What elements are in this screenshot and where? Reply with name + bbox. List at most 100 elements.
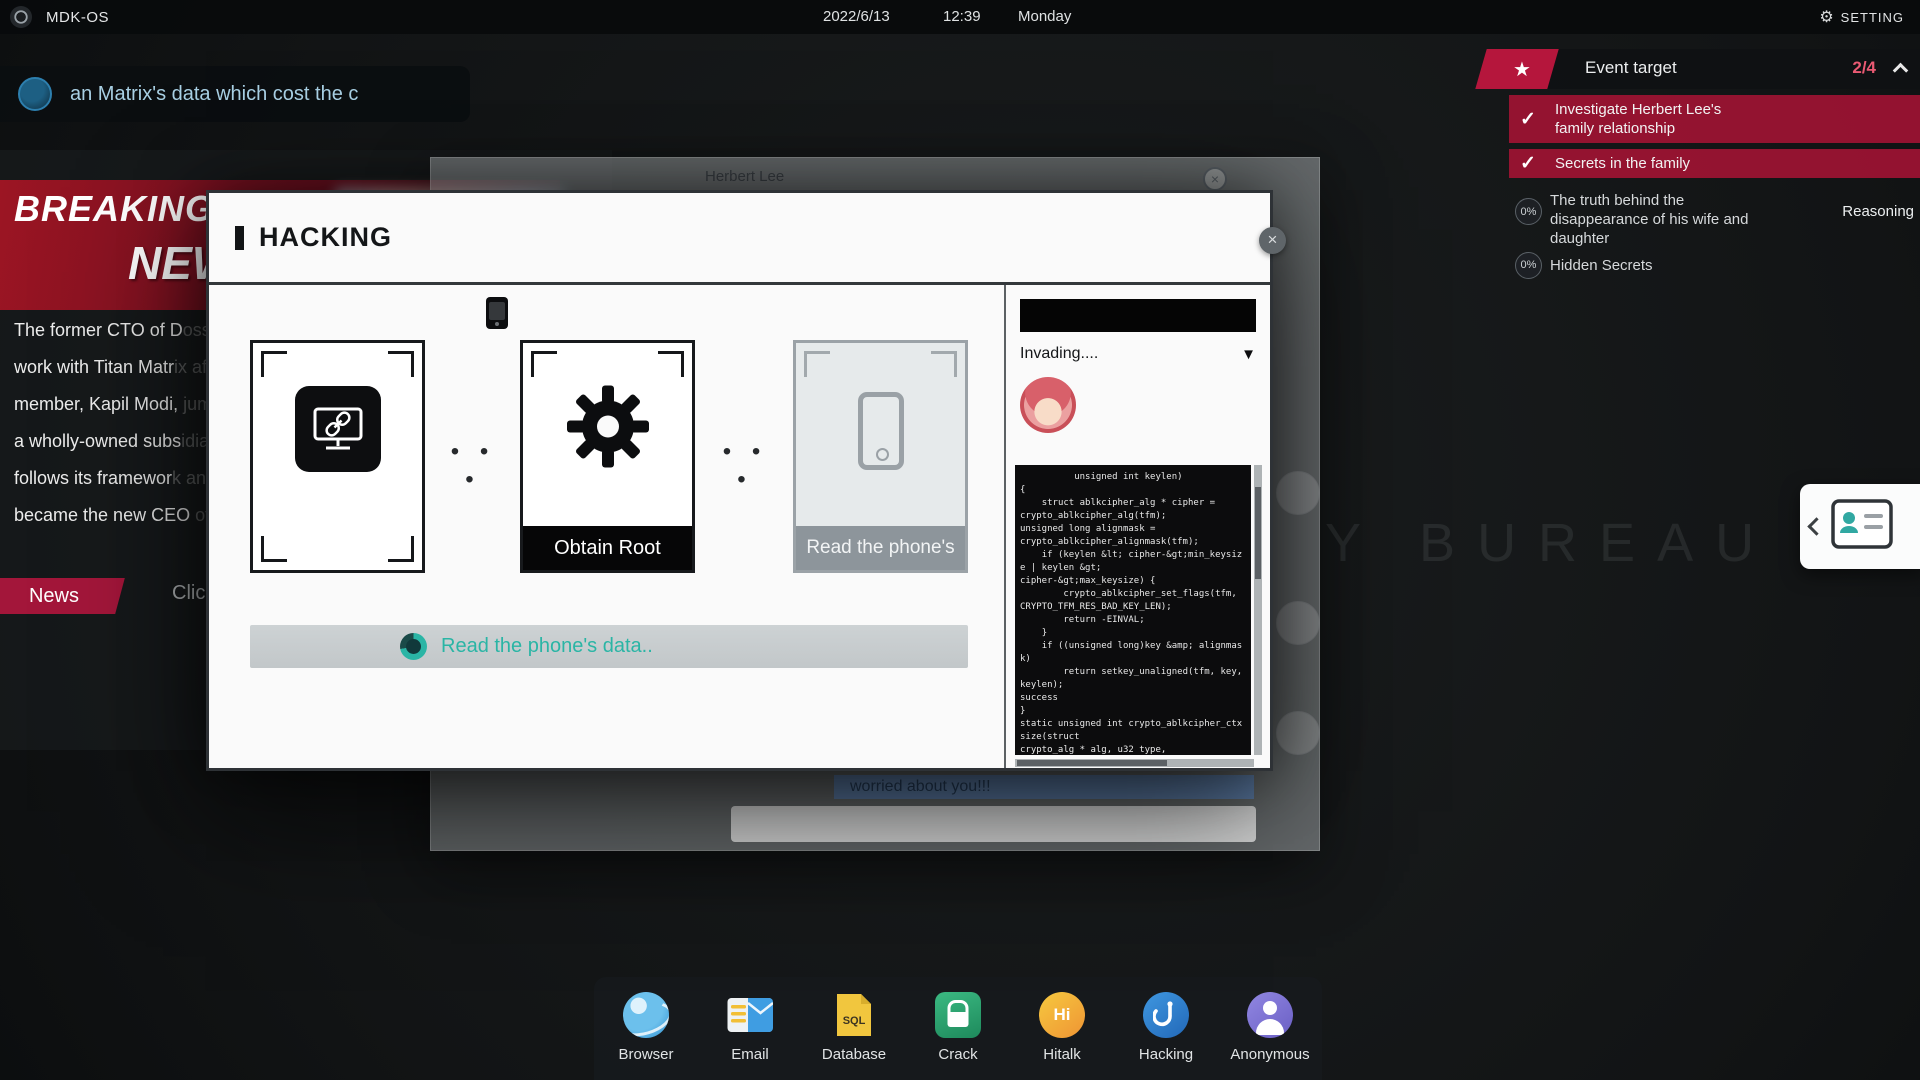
code-line: success <box>1020 692 1246 705</box>
code-line: cipher-&gt;max_keysize) { <box>1020 575 1246 588</box>
dropdown-arrow-icon[interactable]: ▼ <box>1241 346 1256 363</box>
dock-item-label: Crack <box>938 1046 977 1063</box>
event-counter: 2/4 <box>1852 58 1876 78</box>
code-line: return -EINVAL; <box>1020 614 1246 627</box>
scrollbar-thumb[interactable] <box>1255 487 1261 579</box>
code-line: static unsigned int crypto_ablkcipher_ct… <box>1020 718 1246 744</box>
gear-icon <box>562 381 654 478</box>
step-card-read-phone: Read the phone's <box>793 340 968 573</box>
event-item[interactable]: 0% The truth behind the disappearance of… <box>1509 186 1920 248</box>
event-target-title: Event target <box>1585 58 1677 78</box>
dock-item-hacking[interactable]: Hacking <box>1118 990 1214 1063</box>
code-line: unsigned long alignmask = <box>1020 523 1246 536</box>
step-card-connect[interactable] <box>250 340 425 573</box>
event-item-text: The truth behind the <box>1550 191 1748 210</box>
gear-icon: ⚙ <box>1819 7 1833 27</box>
event-item-text: disappearance of his wife and <box>1550 210 1748 229</box>
dock-item-hitalk[interactable]: Hi Hitalk <box>1014 990 1110 1063</box>
title-bar-glyph <box>235 226 244 250</box>
id-card-icon <box>1831 499 1893 554</box>
event-item-text: Hidden Secrets <box>1550 256 1653 275</box>
terminal-output: unsigned int keylen) { struct ablkcipher… <box>1015 465 1251 755</box>
topbar: MDK-OS 2022/6/13 12:39 Monday ⚙ SETTING <box>0 0 1920 34</box>
step-label: Read the phone's <box>796 526 965 570</box>
smartphone-icon <box>858 388 904 470</box>
event-item-text: Secrets in the family <box>1555 154 1690 173</box>
dock-item-email[interactable]: Email <box>702 990 798 1063</box>
selected-message[interactable]: worried about you!!! <box>834 775 1254 799</box>
step-card-obtain-root[interactable]: Obtain Root <box>520 340 695 573</box>
settings-button[interactable]: ⚙ SETTING <box>1819 0 1904 34</box>
dock-item-label: Browser <box>618 1046 673 1063</box>
news-tab[interactable]: News <box>0 578 125 614</box>
avatar <box>1276 471 1320 515</box>
code-line: unsigned int keylen) <box>1020 471 1246 484</box>
chat-title: Herbert Lee <box>705 168 784 185</box>
dock-item-label: Database <box>822 1046 886 1063</box>
bureau-watermark: Y BUREAU <box>1325 512 1776 574</box>
event-target-header: ★ Event target 2/4 <box>1489 49 1920 89</box>
scrollbar-thumb[interactable] <box>1017 760 1167 766</box>
system-day: Monday <box>1018 0 1071 34</box>
step-label: Obtain Root <box>523 526 692 570</box>
invading-label: Invading.... <box>1020 345 1098 363</box>
dock-item-label: Hitalk <box>1043 1046 1081 1063</box>
chevron-up-icon[interactable] <box>1893 63 1909 79</box>
horizontal-scrollbar[interactable] <box>1015 759 1254 767</box>
progress-text: Read the phone's data.. <box>441 635 653 658</box>
reasoning-label: Reasoning <box>1842 203 1914 220</box>
notification-banner[interactable]: an Matrix's data which cost the c <box>0 66 470 122</box>
vertical-scrollbar[interactable] <box>1254 465 1262 755</box>
code-line: crypto_ablkcipher_set_flags(tfm, <box>1020 588 1246 601</box>
check-icon: ✓ <box>1509 108 1547 131</box>
hacking-close-button[interactable]: × <box>1259 227 1286 254</box>
dock-item-database[interactable]: SQL Database <box>806 990 902 1063</box>
code-line: } <box>1020 627 1246 640</box>
phone-icon <box>486 297 508 329</box>
chevron-left-icon <box>1807 517 1825 535</box>
code-line: { <box>1020 484 1246 497</box>
dock-item-label: Hacking <box>1139 1046 1193 1063</box>
notification-text: an Matrix's data which cost the c <box>70 83 358 106</box>
link-monitor-icon <box>295 386 381 472</box>
chat-close-button[interactable]: × <box>1203 167 1227 191</box>
system-date: 2022/6/13 <box>823 0 890 34</box>
event-item[interactable]: ✓ Investigate Herbert Lee's family relat… <box>1509 95 1920 143</box>
breaking-text: BREAKING <box>14 188 214 230</box>
hitalk-icon: Hi <box>1039 992 1085 1038</box>
contacts-button[interactable] <box>1800 484 1920 569</box>
event-item[interactable]: ✓ Secrets in the family <box>1509 149 1920 178</box>
crack-lock-icon <box>935 992 981 1038</box>
star-icon: ★ <box>1513 57 1531 82</box>
email-icon <box>727 990 773 1040</box>
event-item-text: family relationship <box>1555 119 1721 138</box>
svg-text:SQL: SQL <box>843 1015 866 1027</box>
dock-item-anonymous[interactable]: Anonymous <box>1222 990 1318 1063</box>
os-logo-icon <box>10 6 32 28</box>
dock-item-label: Anonymous <box>1230 1046 1309 1063</box>
avatar <box>1276 711 1320 755</box>
os-name: MDK-OS <box>46 9 109 26</box>
dock-item-browser[interactable]: Browser <box>598 990 694 1063</box>
notification-icon <box>18 77 52 111</box>
chat-input[interactable] <box>731 806 1256 842</box>
check-icon: ✓ <box>1509 152 1547 175</box>
code-line: CRYPTO_TFM_RES_BAD_KEY_LEN); <box>1020 601 1246 614</box>
dock: Browser Email <box>594 977 1322 1080</box>
code-line: struct ablkcipher_alg * cipher = <box>1020 497 1246 510</box>
progress-badge: 0% <box>1515 198 1542 225</box>
desktop: BREAKING NEWS The former CTO of Doss, Da… <box>0 0 1920 1080</box>
event-item-text: Investigate Herbert Lee's <box>1555 100 1721 119</box>
hook-icon <box>1143 992 1189 1038</box>
code-line: if ((unsigned long)key &amp; alignmask) <box>1020 640 1246 666</box>
step-separator-dots: • • • <box>709 438 781 494</box>
target-avatar <box>1020 377 1076 433</box>
dock-item-crack[interactable]: Crack <box>910 990 1006 1063</box>
code-line: if (keylen &lt; cipher-&gt;min_keysize |… <box>1020 549 1246 575</box>
event-item-text: daughter <box>1550 229 1748 248</box>
hacking-header: HACKING <box>209 193 1270 285</box>
progress-spinner-icon <box>400 633 427 660</box>
code-line: crypto_ablkcipher_alg(tfm); <box>1020 510 1246 523</box>
step-separator-dots: • • • <box>437 438 509 494</box>
event-item[interactable]: 0% Hidden Secrets <box>1509 250 1920 280</box>
